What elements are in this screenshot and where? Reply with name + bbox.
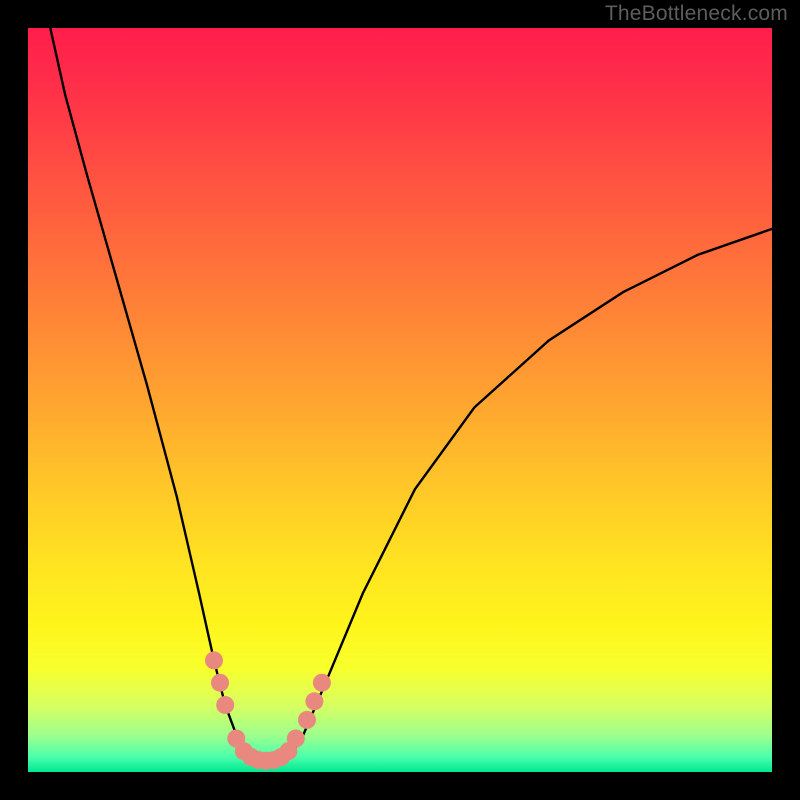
highlight-dot: [313, 674, 331, 692]
bottleneck-curve: [50, 28, 772, 763]
highlight-dot: [216, 696, 234, 714]
highlight-dot: [205, 651, 223, 669]
watermark-text: TheBottleneck.com: [605, 2, 788, 26]
highlight-dot: [211, 674, 229, 692]
plot-area: [28, 28, 772, 772]
highlight-dot: [298, 711, 316, 729]
curve-svg: [28, 28, 772, 772]
chart-frame: TheBottleneck.com: [0, 0, 800, 800]
highlight-dots: [205, 651, 331, 769]
highlight-dot: [287, 730, 305, 748]
highlight-dot: [305, 692, 323, 710]
